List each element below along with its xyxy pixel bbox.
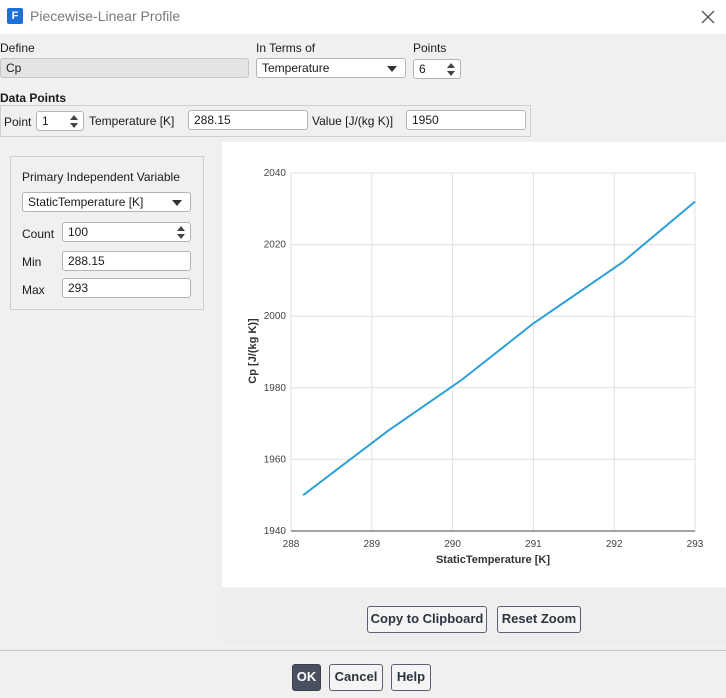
profile-chart[interactable]: 288 289 290 291 292 293 1940 1960 1980 2000 2020 20… (222, 142, 726, 587)
cp-series-line (302, 200, 696, 496)
min-label: Min (22, 255, 42, 269)
cancel-button[interactable]: Cancel (329, 664, 383, 691)
chart-axes: 288 289 290 291 292 293 1940 1960 1980 2000 2020 20… (264, 168, 704, 550)
x-tick-label: 293 (687, 539, 704, 550)
x-tick-label: 290 (444, 539, 461, 550)
primary-variable-select[interactable]: StaticTemperature [K] (22, 192, 191, 212)
define-label: Define (0, 41, 35, 55)
point-label: Point (4, 115, 32, 129)
in-terms-of-label: In Terms of (256, 41, 316, 55)
plot-frame (290, 172, 696, 532)
temperature-input[interactable]: 288.15 (188, 110, 308, 130)
help-button[interactable]: Help (391, 664, 431, 691)
x-tick-label: 289 (363, 539, 380, 550)
points-stepper[interactable]: 6 (413, 59, 461, 79)
value-label: Value [J/(kg K)] (312, 114, 394, 128)
y-tick-label: 2000 (264, 311, 287, 322)
in-terms-of-value: Temperature (262, 61, 330, 75)
spin-down-icon[interactable] (177, 234, 185, 239)
y-tick-label: 1960 (264, 454, 287, 465)
spin-up-icon[interactable] (177, 226, 185, 231)
data-points-heading: Data Points (0, 91, 67, 105)
chart-series (302, 200, 696, 496)
count-label: Count (22, 227, 55, 241)
window-title: Piecewise-Linear Profile (30, 8, 181, 24)
temperature-label: Temperature [K] (89, 114, 175, 128)
spin-down-icon[interactable] (447, 71, 455, 76)
y-tick-label: 1980 (264, 383, 287, 394)
x-tick-label: 288 (283, 539, 300, 550)
reset-zoom-button[interactable]: Reset Zoom (497, 606, 581, 633)
y-tick-label: 2020 (264, 240, 287, 251)
close-icon[interactable] (698, 7, 718, 27)
primary-variable-value: StaticTemperature [K] (28, 195, 144, 209)
chart-grid (290, 172, 696, 532)
dialog-separator (0, 650, 726, 651)
primary-variable-label: Primary Independent Variable (22, 170, 180, 184)
y-tick-label: 1940 (264, 526, 287, 537)
define-field: Cp (0, 58, 249, 78)
y-axis-label: Cp [J/(kg K)] (247, 318, 259, 384)
value-input[interactable]: 1950 (406, 110, 526, 130)
chart-panel: 288 289 290 291 292 293 1940 1960 1980 2000 2020 20… (222, 142, 726, 587)
point-stepper[interactable]: 1 (36, 111, 84, 131)
chevron-down-icon (172, 200, 182, 206)
points-value: 6 (419, 62, 426, 76)
x-tick-label: 292 (606, 539, 623, 550)
copy-to-clipboard-button[interactable]: Copy to Clipboard (367, 606, 487, 633)
count-value: 100 (68, 225, 89, 239)
spin-down-icon[interactable] (70, 123, 78, 128)
max-input[interactable]: 293 (62, 278, 191, 298)
spin-up-icon[interactable] (70, 115, 78, 120)
y-tick-label: 2040 (264, 168, 287, 179)
min-input[interactable]: 288.15 (62, 251, 191, 271)
x-tick-label: 291 (525, 539, 542, 550)
point-value: 1 (42, 114, 49, 128)
x-axis-label: StaticTemperature [K] (436, 554, 550, 566)
spin-up-icon[interactable] (447, 63, 455, 68)
count-stepper[interactable]: 100 (62, 222, 191, 242)
max-label: Max (22, 283, 45, 297)
points-label: Points (413, 41, 447, 55)
ok-button[interactable]: OK (292, 664, 321, 691)
in-terms-of-select[interactable]: Temperature (256, 58, 406, 78)
chevron-down-icon (387, 66, 397, 72)
fluent-app-icon: F (7, 8, 23, 24)
